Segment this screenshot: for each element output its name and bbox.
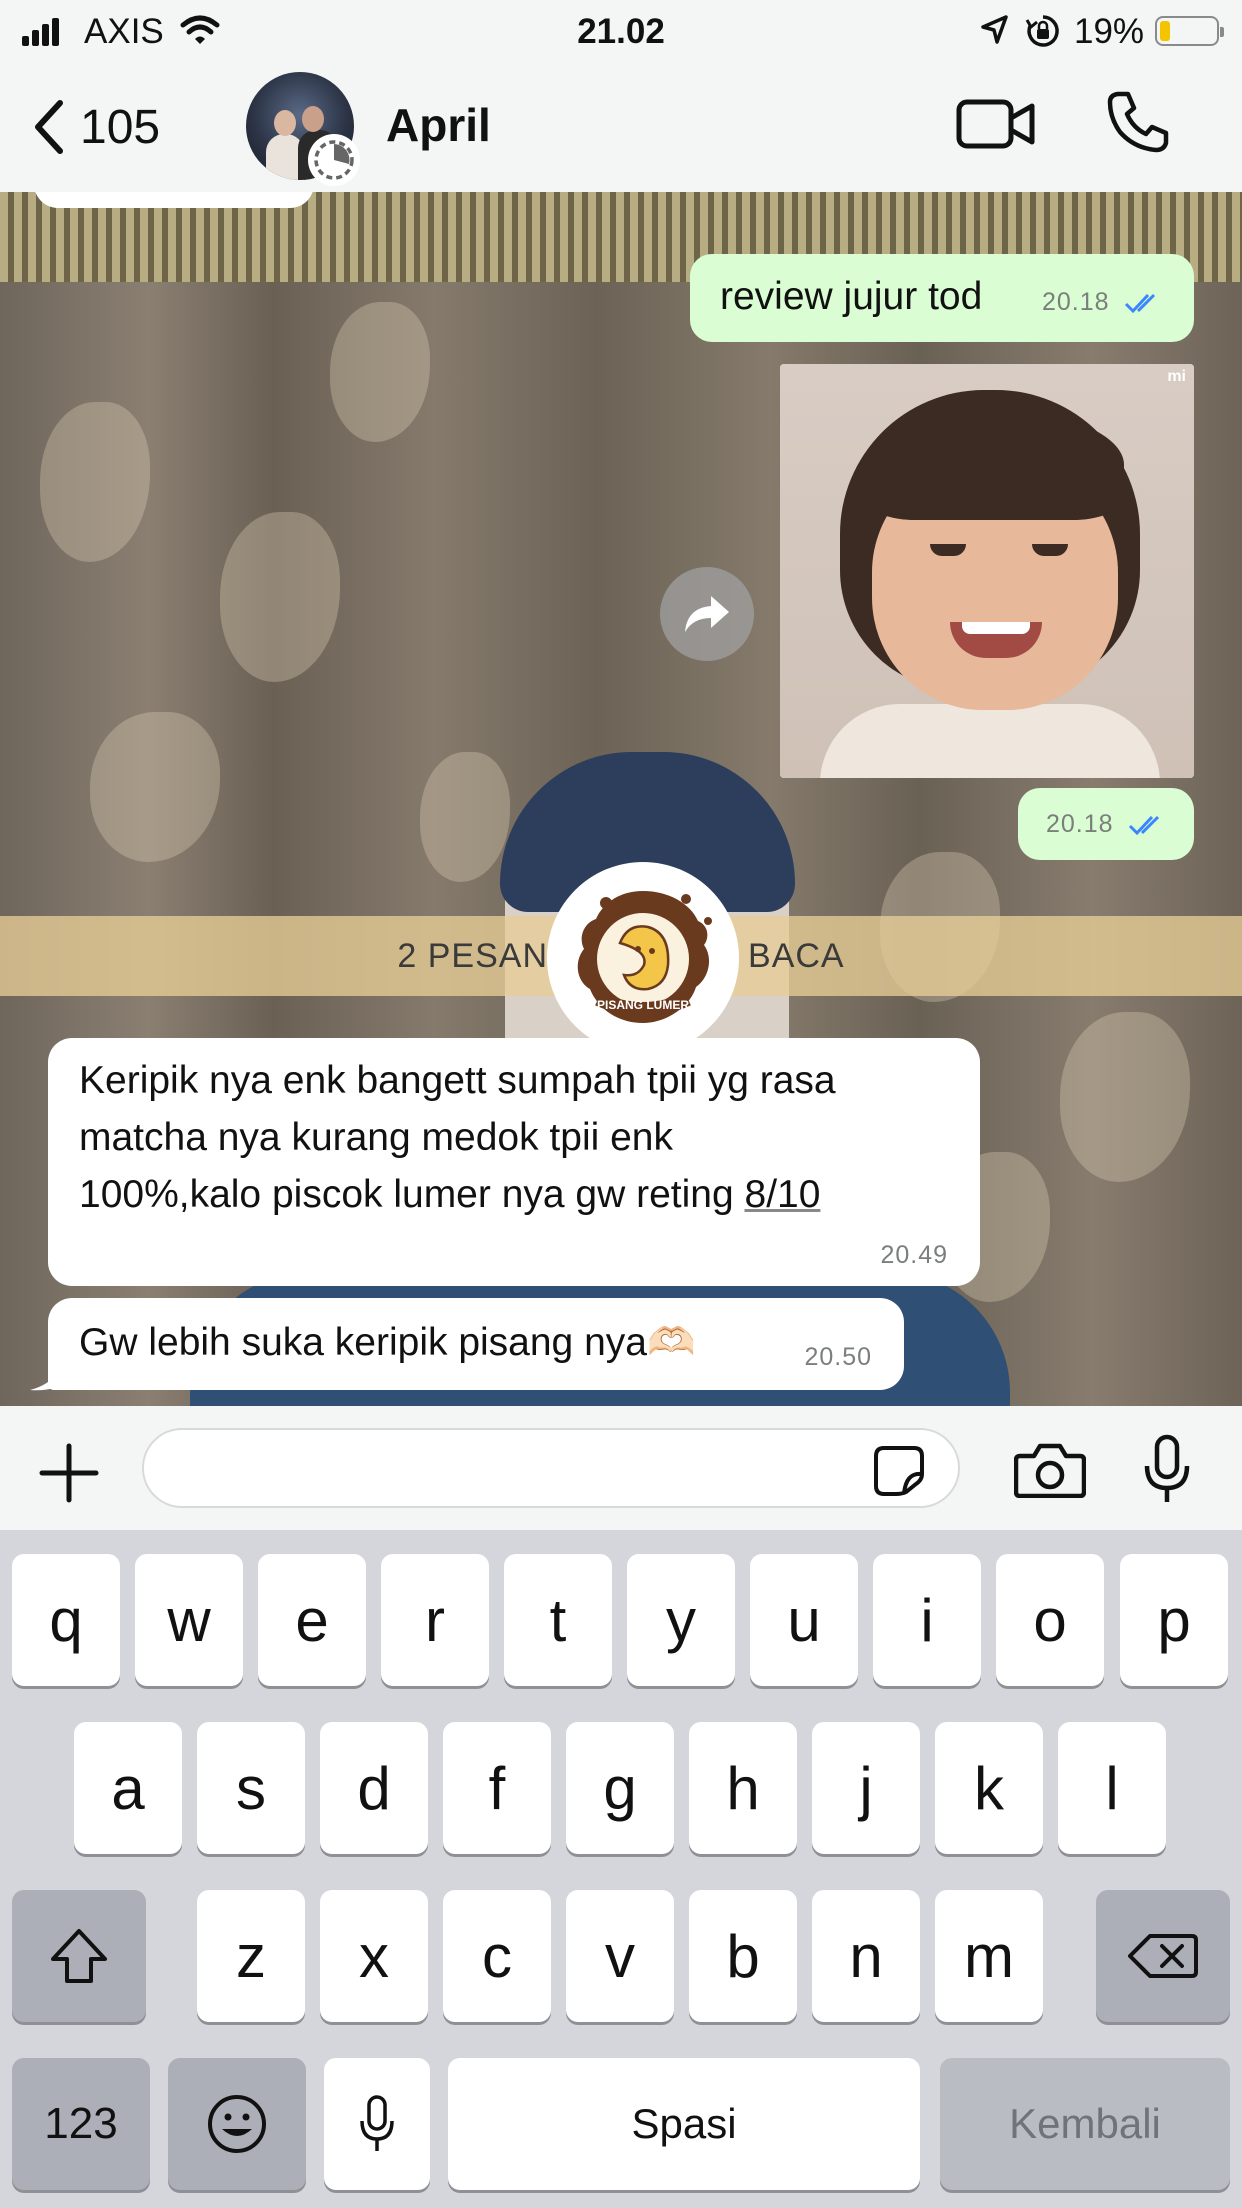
forward-arrow-icon — [685, 596, 729, 632]
status-bar: AXIS 21.02 19% — [0, 0, 1242, 62]
key-v[interactable]: v — [566, 1890, 674, 2022]
outgoing-message-bubble[interactable]: review jujur tod 20.18 — [690, 254, 1194, 342]
sticker-text: PISANG LUMER — [597, 998, 689, 1012]
previous-message-bubble[interactable] — [34, 192, 314, 208]
key-i[interactable]: i — [873, 1554, 981, 1686]
message-input[interactable] — [142, 1428, 960, 1508]
message-text: Keripik nya enk bangett sumpah tpii yg r… — [79, 1052, 836, 1223]
battery-level-fill — [1160, 21, 1171, 41]
battery-percentage: 19% — [1074, 12, 1145, 51]
dictation-key[interactable] — [324, 2058, 430, 2190]
emoji-key[interactable] — [168, 2058, 306, 2190]
location-arrow-icon — [980, 14, 1010, 51]
key-w[interactable]: w — [135, 1554, 243, 1686]
key-s[interactable]: s — [197, 1722, 305, 1854]
key-t[interactable]: t — [504, 1554, 612, 1686]
message-composer — [0, 1406, 1242, 1530]
key-x[interactable]: x — [320, 1890, 428, 2022]
key-z[interactable]: z — [197, 1890, 305, 2022]
contact-name[interactable]: April — [386, 98, 491, 152]
key-k[interactable]: k — [935, 1722, 1043, 1854]
space-key[interactable]: Spasi — [448, 2058, 920, 2190]
phone-icon — [1107, 91, 1169, 153]
chevron-left-icon — [35, 100, 63, 154]
message-line: 100%,kalo piscok lumer nya gw reting 8/1… — [79, 1173, 821, 1216]
key-b[interactable]: b — [689, 1890, 797, 2022]
key-e[interactable]: e — [258, 1554, 366, 1686]
key-h[interactable]: h — [689, 1722, 797, 1854]
key-y[interactable]: y — [627, 1554, 735, 1686]
attach-button[interactable] — [36, 1440, 102, 1511]
shift-key[interactable] — [12, 1890, 146, 2022]
plus-icon — [39, 1443, 99, 1503]
pisang-lumer-logo-sticker[interactable]: PISANG LUMER — [547, 862, 739, 1054]
sticker-button[interactable] — [872, 1444, 926, 1503]
return-key[interactable]: Kembali — [940, 2058, 1230, 2190]
video-call-button[interactable] — [956, 96, 1036, 157]
microphone-icon — [1144, 1434, 1190, 1502]
back-button[interactable]: 105 — [30, 92, 160, 162]
message-meta: 20.18 — [1046, 810, 1166, 839]
incoming-message-bubble[interactable]: Keripik nya enk bangett sumpah tpii yg r… — [48, 1038, 980, 1286]
incoming-message-bubble[interactable]: Gw lebih suka keripik pisang nya🫶🏻 20.50 — [48, 1298, 904, 1390]
message-line: Keripik nya enk bangett sumpah tpii yg r… — [79, 1059, 836, 1102]
message-time: 20.49 — [880, 1241, 948, 1269]
chat-messages-area[interactable]: review jujur tod 20.18 mi 20.18 2 PESAN … — [0, 192, 1242, 1406]
shift-icon — [51, 1929, 107, 1983]
camera-icon — [1013, 1443, 1087, 1499]
dictation-mic-icon — [360, 2095, 394, 2151]
backspace-icon — [1128, 1934, 1198, 1978]
rating-link[interactable]: 8/10 — [745, 1173, 821, 1216]
battery-icon — [1155, 16, 1224, 46]
key-f[interactable]: f — [443, 1722, 551, 1854]
key-n[interactable]: n — [812, 1890, 920, 2022]
message-time: 20.18 — [1046, 810, 1114, 838]
read-ticks-icon — [1128, 816, 1159, 836]
key-q[interactable]: q — [12, 1554, 120, 1686]
key-c[interactable]: c — [443, 1890, 551, 2022]
banana-logo-icon: PISANG LUMER — [577, 891, 712, 1023]
key-o[interactable]: o — [996, 1554, 1104, 1686]
bubble-tail — [30, 1358, 70, 1391]
message-meta: 20.18 — [1042, 288, 1162, 317]
key-u[interactable]: u — [750, 1554, 858, 1686]
orientation-lock-icon — [1025, 14, 1061, 53]
image-time-bubble[interactable]: 20.18 — [1018, 788, 1194, 860]
camera-button[interactable] — [1013, 1442, 1087, 1503]
sticker-icon — [874, 1446, 924, 1496]
key-p[interactable]: p — [1120, 1554, 1228, 1686]
message-line: matcha nya kurang medok tpii enk — [79, 1116, 673, 1159]
image-watermark: mi — [1167, 368, 1186, 385]
key-d[interactable]: d — [320, 1722, 428, 1854]
key-j[interactable]: j — [812, 1722, 920, 1854]
onscreen-keyboard: q w e r t y u i o p a s d f g h j k l z … — [0, 1530, 1242, 2208]
key-r[interactable]: r — [381, 1554, 489, 1686]
backspace-key[interactable] — [1096, 1890, 1230, 2022]
message-time: 20.50 — [804, 1343, 872, 1371]
unread-banner-text-right: BACA — [748, 936, 845, 975]
disappearing-timer-icon — [308, 134, 360, 186]
message-text: review jujur tod — [720, 275, 983, 318]
voice-message-button[interactable] — [1142, 1434, 1192, 1511]
key-m[interactable]: m — [935, 1890, 1043, 2022]
key-a[interactable]: a — [74, 1722, 182, 1854]
unread-chats-count: 105 — [80, 100, 161, 154]
video-camera-icon — [956, 99, 1035, 149]
key-l[interactable]: l — [1058, 1722, 1166, 1854]
image-message[interactable]: mi — [780, 364, 1194, 778]
voice-call-button[interactable] — [1106, 90, 1170, 159]
chat-header: 105 April — [0, 62, 1242, 192]
unread-banner-text-left: 2 PESAN — [397, 936, 549, 975]
read-ticks-icon — [1124, 294, 1155, 314]
numbers-key[interactable]: 123 — [12, 2058, 150, 2190]
forward-button[interactable] — [660, 567, 754, 661]
emoji-icon — [208, 2095, 266, 2153]
message-time: 20.18 — [1042, 288, 1110, 316]
message-text: Gw lebih suka keripik pisang nya🫶🏻 — [79, 1321, 696, 1364]
key-g[interactable]: g — [566, 1722, 674, 1854]
